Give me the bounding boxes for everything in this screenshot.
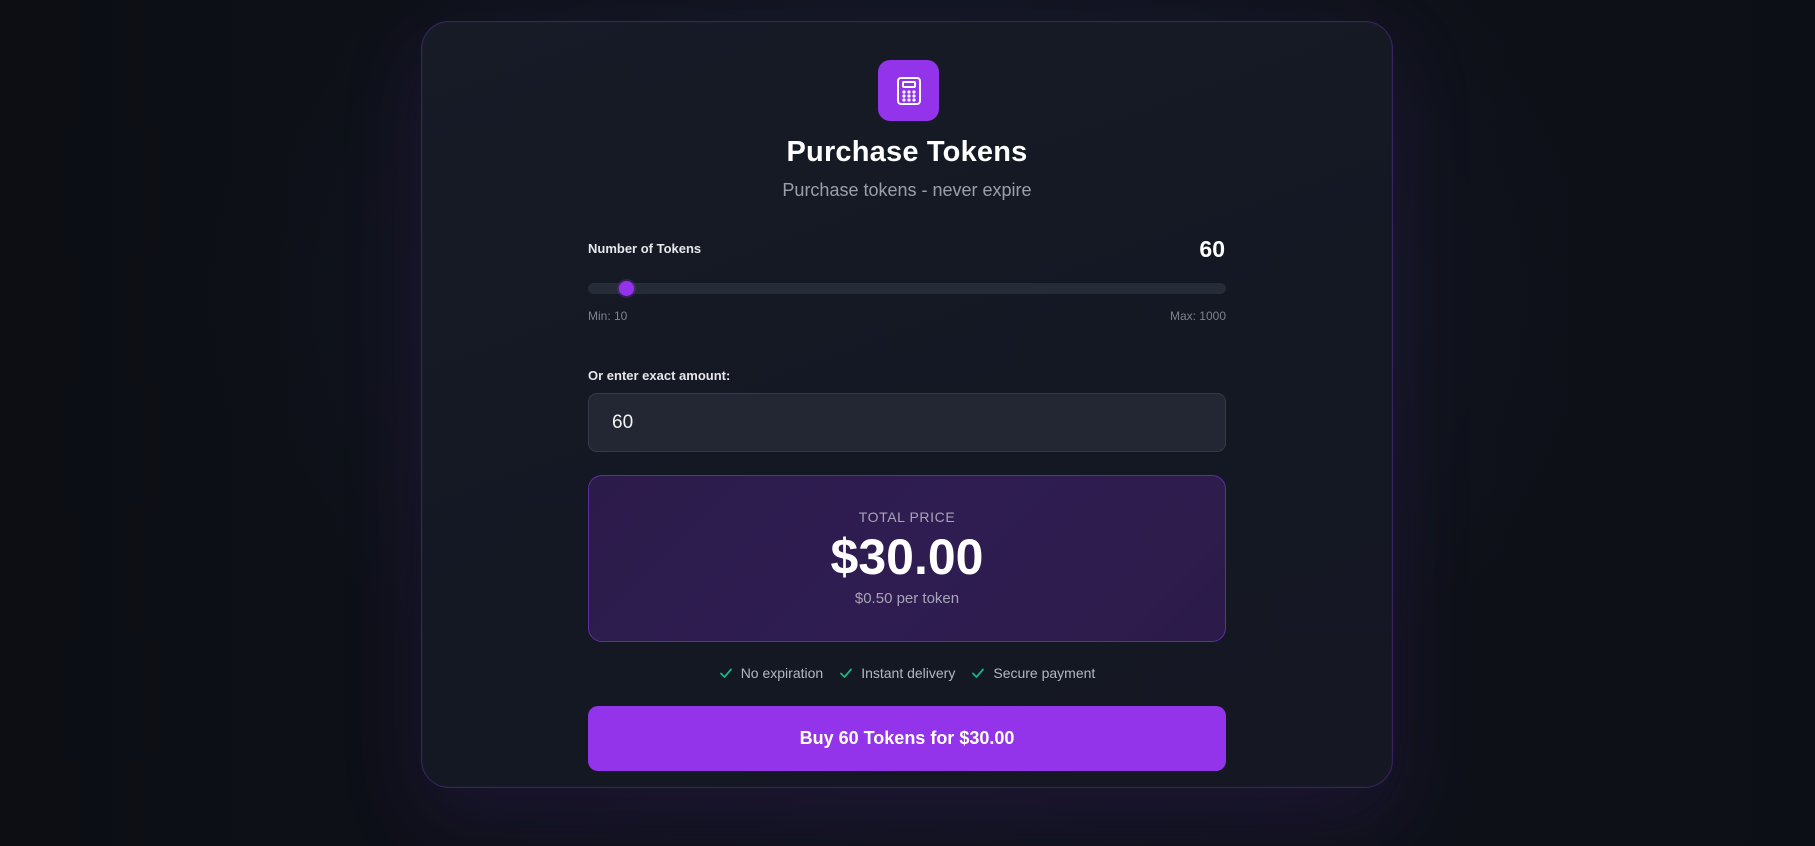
token-slider-thumb[interactable] bbox=[619, 281, 635, 296]
purchase-card: Purchase Tokens Purchase tokens - never … bbox=[421, 21, 1393, 788]
token-slider[interactable] bbox=[588, 281, 1226, 296]
token-slider-label: Number of Tokens bbox=[588, 241, 702, 256]
page-title: Purchase Tokens bbox=[786, 136, 1028, 168]
total-price-caption: TOTAL PRICE bbox=[858, 509, 956, 525]
feature-list: No expiration Instant delivery Secure pa… bbox=[588, 665, 1226, 681]
feature-item: Instant delivery bbox=[839, 665, 955, 681]
exact-amount-label: Or enter exact amount: bbox=[588, 368, 731, 383]
buy-tokens-button[interactable]: Buy 60 Tokens for $30.00 bbox=[588, 706, 1226, 771]
feature-label: Secure payment bbox=[993, 665, 1096, 681]
token-count-display: 60 bbox=[1199, 236, 1225, 262]
slider-max-label: Max: 1000 bbox=[1169, 309, 1226, 323]
check-icon bbox=[719, 666, 733, 680]
feature-item: No expiration bbox=[719, 665, 824, 681]
check-icon bbox=[971, 666, 985, 680]
feature-label: No expiration bbox=[740, 665, 824, 681]
slider-min-label: Min: 10 bbox=[588, 309, 628, 323]
calculator-icon bbox=[878, 60, 939, 121]
feature-label: Instant delivery bbox=[861, 665, 956, 681]
feature-item: Secure payment bbox=[971, 665, 1095, 681]
price-per-token: $0.50 per token bbox=[854, 590, 960, 607]
page-subtitle: Purchase tokens - never expire bbox=[782, 180, 1032, 200]
slider-range-labels: Min: 10 Max: 1000 bbox=[588, 309, 1226, 323]
exact-amount-input[interactable] bbox=[588, 393, 1226, 452]
total-price-amount: $30.00 bbox=[830, 529, 984, 585]
check-icon bbox=[839, 666, 853, 680]
total-price-panel: TOTAL PRICE $30.00 $0.50 per token bbox=[588, 475, 1226, 642]
